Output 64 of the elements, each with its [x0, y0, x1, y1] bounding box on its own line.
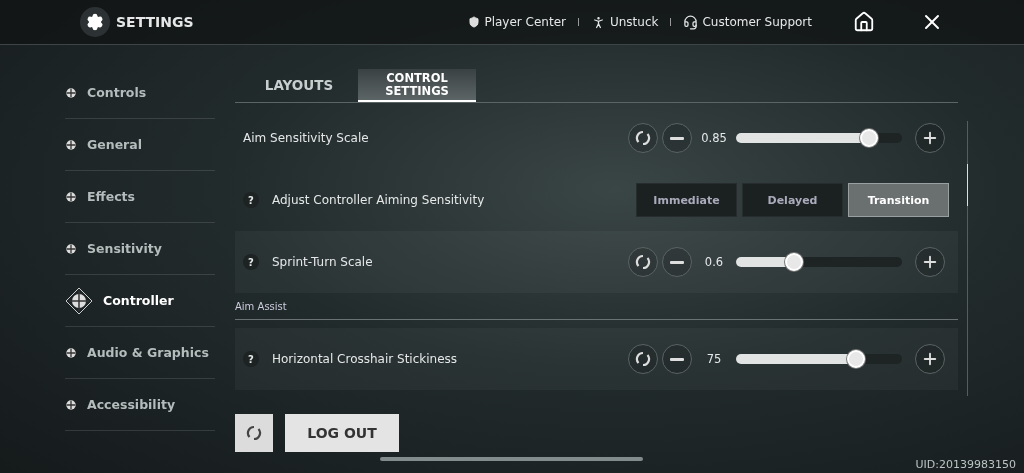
- reset-icon: [635, 130, 651, 146]
- option-button[interactable]: Transition: [848, 183, 949, 217]
- sidebar-item[interactable]: Controls: [65, 67, 215, 119]
- sidebar-item[interactable]: Accessibility: [65, 379, 215, 431]
- crosshair-icon: [65, 138, 77, 151]
- crosshair-icon: [65, 346, 77, 359]
- setting-label: Horizontal Crosshair Stickiness: [272, 352, 458, 366]
- crosshair-icon: [65, 86, 77, 99]
- crosshair-icon: [65, 286, 93, 315]
- headset-icon: [683, 14, 699, 30]
- settings-title: SETTINGS: [116, 14, 194, 30]
- tab[interactable]: CONTROL SETTINGS: [358, 69, 476, 102]
- header-link[interactable]: Customer Support: [683, 14, 812, 30]
- option-button[interactable]: Immediate: [636, 183, 737, 217]
- help-icon[interactable]: ?: [243, 192, 259, 208]
- increase-button[interactable]: [915, 247, 945, 277]
- sidebar-item[interactable]: Audio & Graphics: [65, 327, 215, 379]
- setting-label: Adjust Controller Aiming Sensitivity: [272, 193, 485, 207]
- plus-icon: [921, 129, 939, 147]
- section-label: Aim Assist: [235, 300, 287, 312]
- gear-icon: [86, 13, 104, 31]
- tab[interactable]: LAYOUTS: [240, 69, 358, 102]
- help-icon[interactable]: ?: [243, 254, 259, 270]
- reset-icon: [246, 425, 262, 441]
- decrease-button[interactable]: [662, 123, 692, 153]
- reset-icon: [635, 351, 651, 367]
- header-link[interactable]: Player Center: [468, 15, 566, 29]
- scrollbar[interactable]: [967, 121, 968, 396]
- increase-button[interactable]: [915, 123, 945, 153]
- setting-label: Aim Sensitivity Scale: [243, 131, 369, 145]
- slider-value: 0.6: [703, 255, 725, 269]
- reset-icon: [635, 254, 651, 270]
- crosshair-icon: [65, 242, 77, 255]
- sidebar-item[interactable]: Controller: [65, 275, 215, 327]
- sidebar-item[interactable]: General: [65, 119, 215, 171]
- uid-text: UID:20139983150: [915, 458, 1016, 471]
- reset-button[interactable]: [628, 123, 658, 153]
- plus-icon: [921, 253, 939, 271]
- slider-thumb[interactable]: [846, 350, 865, 368]
- slider-value: 75: [705, 352, 723, 366]
- help-icon[interactable]: ?: [243, 351, 259, 367]
- minus-icon: [670, 260, 684, 264]
- reset-all-button[interactable]: [235, 414, 273, 452]
- increase-button[interactable]: [915, 344, 945, 374]
- setting-label: Sprint-Turn Scale: [272, 255, 373, 269]
- shield-icon: [468, 16, 481, 28]
- minus-icon: [670, 136, 684, 140]
- slider-value: 0.85: [700, 131, 728, 145]
- logout-button[interactable]: LOG OUT: [285, 414, 399, 452]
- decrease-button[interactable]: [662, 344, 692, 374]
- sidebar-item[interactable]: Effects: [65, 171, 215, 223]
- crosshair-icon: [65, 398, 77, 411]
- reset-button[interactable]: [628, 344, 658, 374]
- sidebar-item[interactable]: Sensitivity: [65, 223, 215, 275]
- option-button[interactable]: Delayed: [742, 183, 843, 217]
- header-link[interactable]: Unstuck: [590, 14, 659, 30]
- plus-icon: [921, 350, 939, 368]
- slider-thumb[interactable]: [859, 129, 878, 147]
- crosshair-icon: [65, 190, 77, 203]
- home-icon: [853, 11, 875, 33]
- minus-icon: [670, 357, 684, 361]
- decrease-button[interactable]: [662, 247, 692, 277]
- reset-button[interactable]: [628, 247, 658, 277]
- slider-thumb[interactable]: [785, 253, 804, 271]
